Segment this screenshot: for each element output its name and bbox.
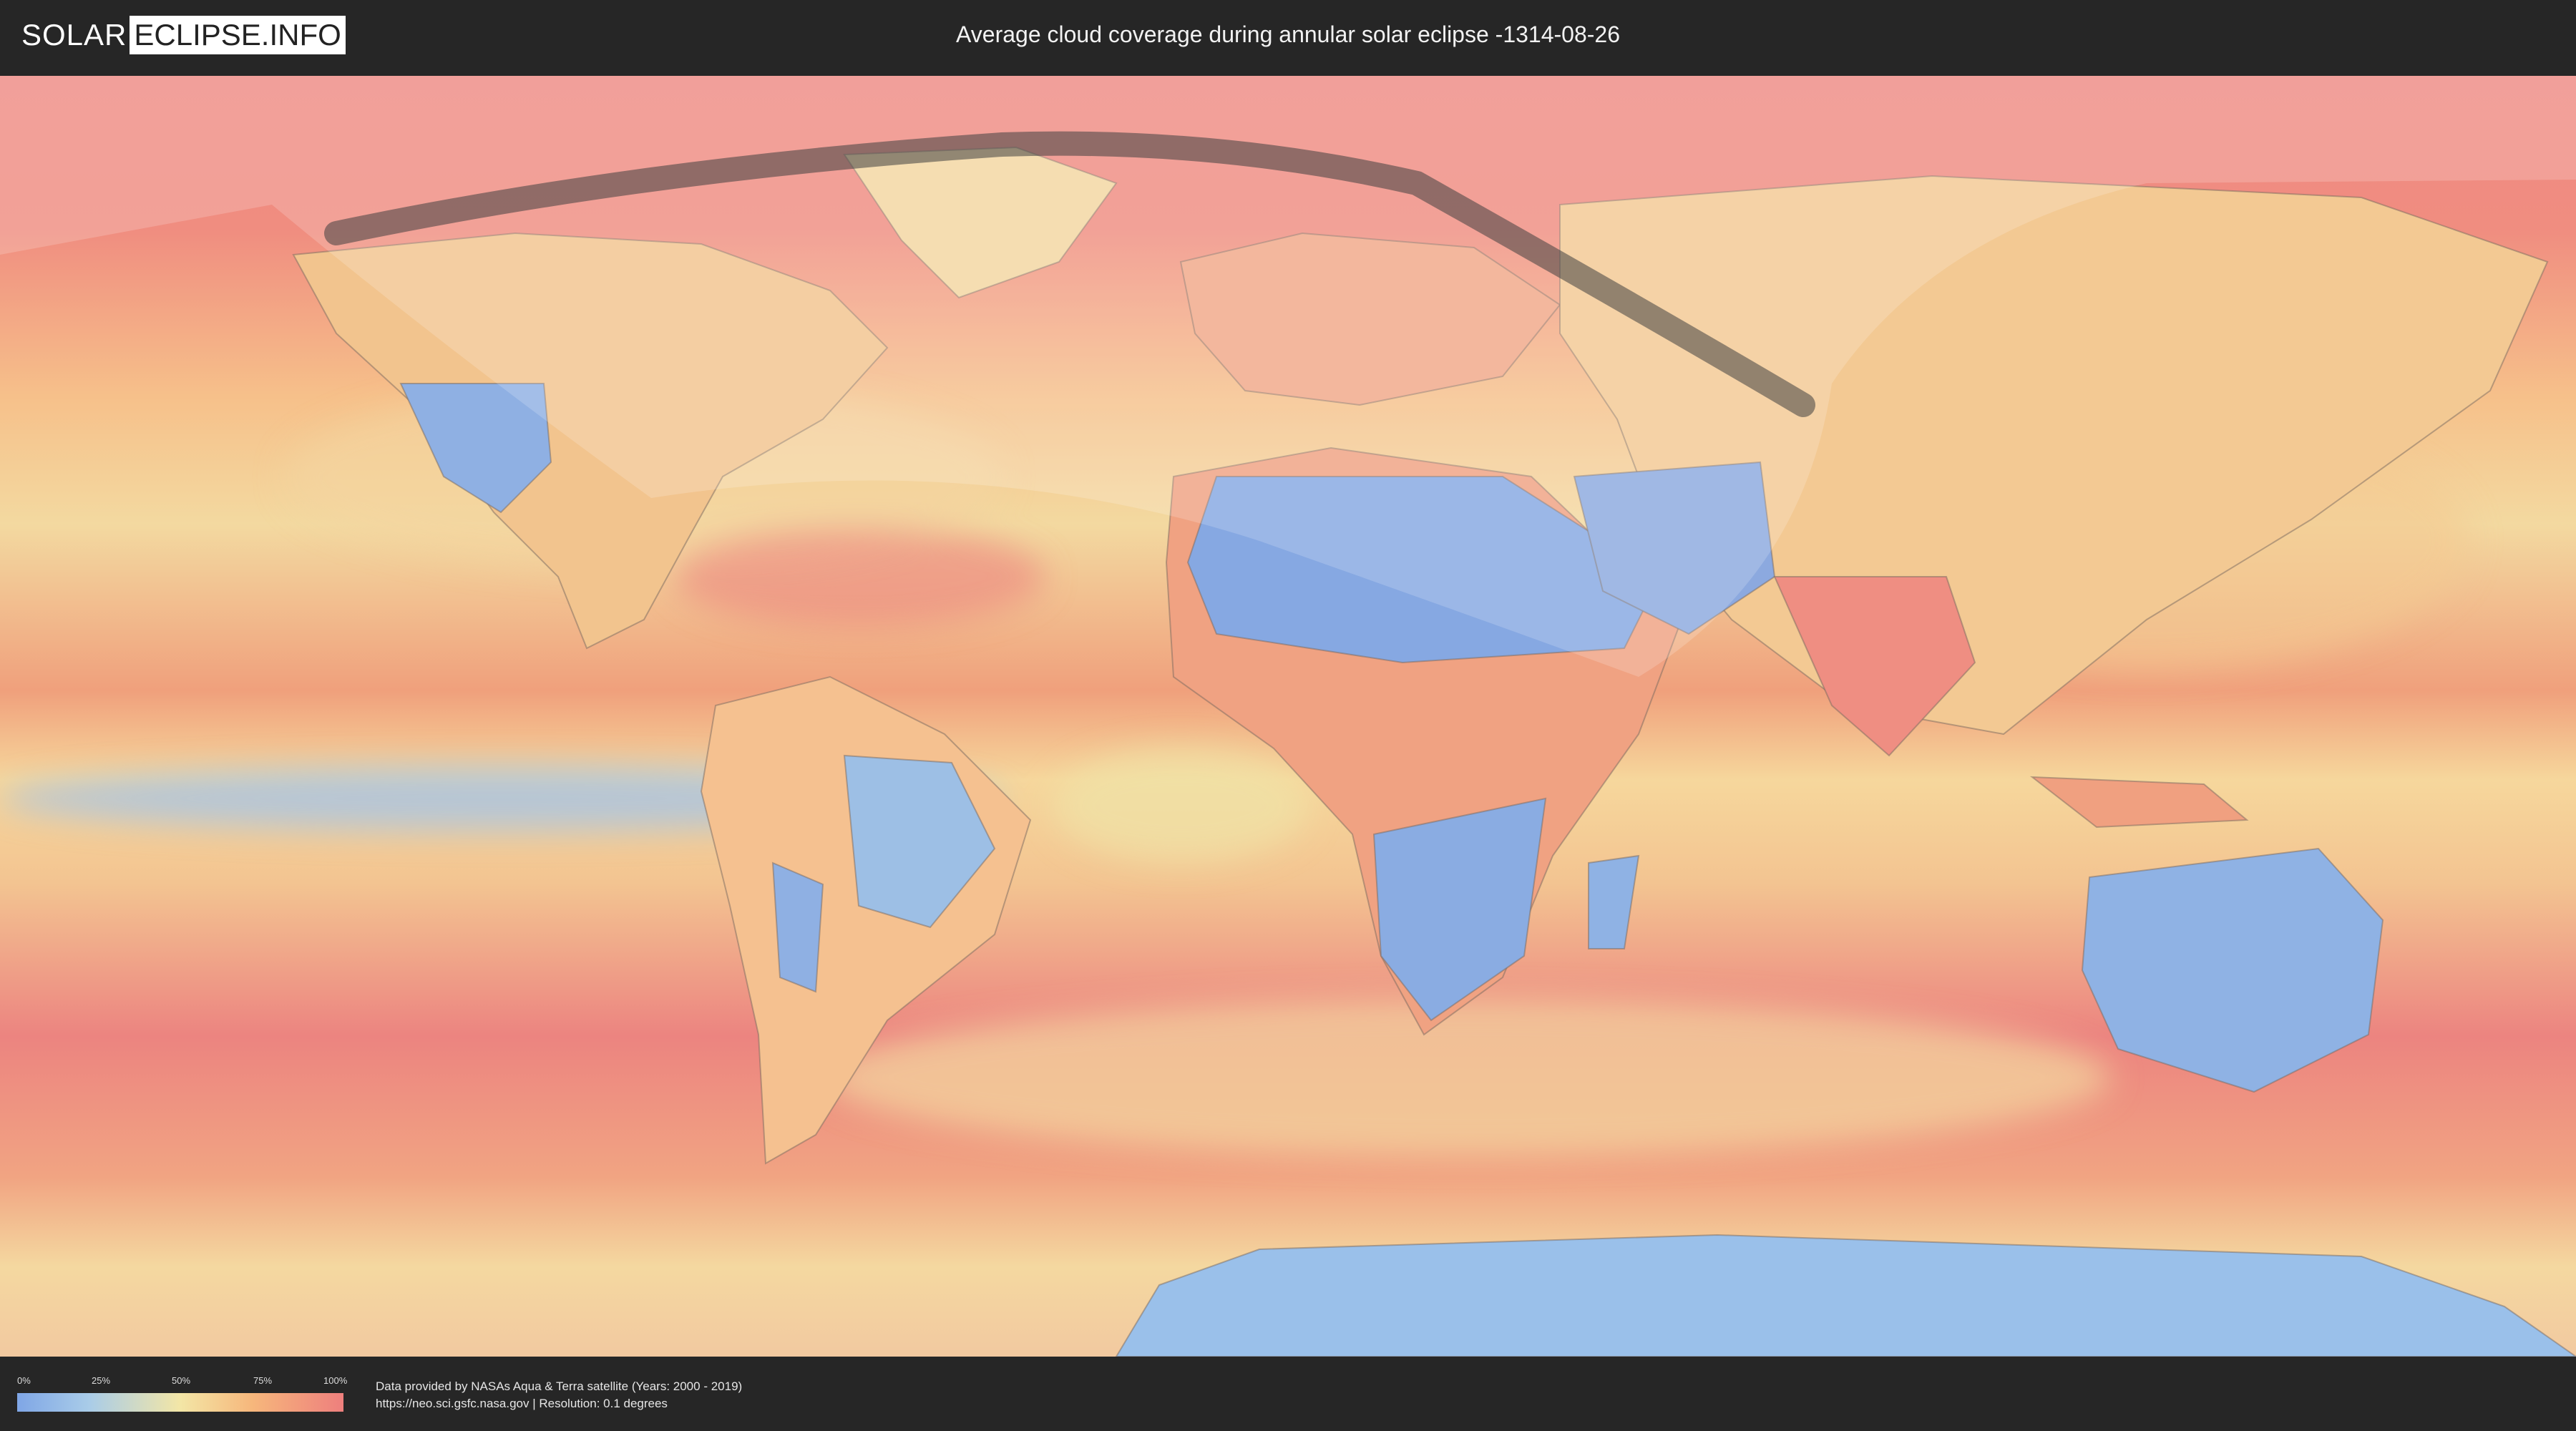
legend-tick-0: 0% <box>17 1375 31 1386</box>
credit-line-1: Data provided by NASAs Aqua & Terra sate… <box>376 1379 743 1393</box>
header-bar: SOLAR ECLIPSE.INFO Average cloud coverag… <box>0 0 2576 74</box>
footer-bar <box>0 1358 2576 1431</box>
legend-tick-75: 75% <box>253 1375 273 1386</box>
cloud-coverage-map[interactable] <box>0 76 2576 1357</box>
legend-tick-50: 50% <box>172 1375 191 1386</box>
credit-line-2[interactable]: https://neo.sci.gsfc.nasa.gov | Resoluti… <box>376 1396 668 1412</box>
andes-clear <box>771 861 824 993</box>
page-title: Average cloud coverage during annular so… <box>956 21 1620 47</box>
cloud-coverage-legend <box>17 1393 343 1412</box>
legend-tick-100: 100% <box>323 1375 348 1386</box>
legend-tick-25: 25% <box>92 1375 111 1386</box>
